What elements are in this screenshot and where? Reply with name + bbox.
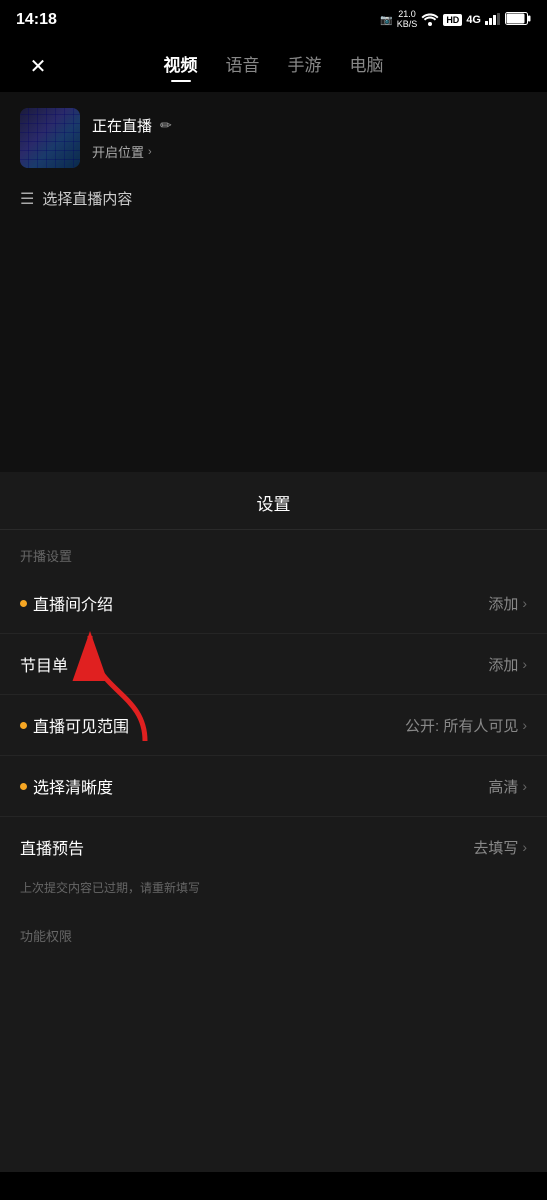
visibility-value: 公开: 所有人可见 xyxy=(405,715,518,736)
settings-panel: 设置 开播设置 直播间介绍 添加 › 节目单 添加 › 直播可见范围 公开: 所… xyxy=(0,472,547,1172)
preview-subtext: 上次提交内容已过期，请重新填写 xyxy=(0,877,547,910)
settings-header: 设置 xyxy=(0,472,547,530)
camera-icon: 📷 xyxy=(380,15,392,26)
top-nav: ✕ 视频 语音 手游 电脑 xyxy=(0,36,547,92)
settings-item-preview-right: 去填写 › xyxy=(473,837,527,858)
tab-pc[interactable]: 电脑 xyxy=(350,51,384,82)
close-button[interactable]: ✕ xyxy=(20,48,56,84)
intro-label: 直播间介绍 xyxy=(33,591,113,615)
preview-chevron: › xyxy=(522,839,527,855)
visibility-label: 直播可见范围 xyxy=(33,713,129,737)
settings-item-visibility-right: 公开: 所有人可见 › xyxy=(405,715,527,736)
settings-item-quality-left: 选择清晰度 xyxy=(20,774,113,798)
close-icon: ✕ xyxy=(30,54,47,79)
settings-item-visibility-left: 直播可见范围 xyxy=(20,713,129,737)
quality-label: 选择清晰度 xyxy=(33,774,113,798)
content-selector[interactable]: ☰ 选择直播内容 xyxy=(0,176,547,221)
tab-voice[interactable]: 语音 xyxy=(226,51,260,82)
wifi-icon xyxy=(421,12,439,29)
dot-indicator-intro xyxy=(20,600,27,607)
live-status-label: 正在直播 xyxy=(92,115,152,136)
intro-action: 添加 xyxy=(488,593,518,614)
status-bar: 14:18 📷 21.0KB/S HD 4G xyxy=(0,0,547,36)
quality-value: 高清 xyxy=(488,776,518,797)
status-icons: 📷 21.0KB/S HD 4G xyxy=(380,10,531,30)
settings-item-intro-right: 添加 › xyxy=(488,593,527,614)
user-row: 正在直播 ✏ 开启位置 › xyxy=(0,92,547,176)
settings-item-intro-left: 直播间介绍 xyxy=(20,591,113,615)
schedule-action: 添加 xyxy=(488,654,518,675)
network-icon: 4G xyxy=(466,14,481,26)
settings-item-intro[interactable]: 直播间介绍 添加 › xyxy=(0,573,547,634)
settings-item-preview[interactable]: 直播预告 去填写 › xyxy=(0,817,547,877)
edit-icon[interactable]: ✏ xyxy=(160,117,172,134)
camera-area: 正在直播 ✏ 开启位置 › ☰ 选择直播内容 xyxy=(0,92,547,472)
section-label-broadcast: 开播设置 xyxy=(0,530,547,573)
tab-video[interactable]: 视频 xyxy=(164,51,198,82)
content-selector-label: 选择直播内容 xyxy=(42,188,132,209)
status-time: 14:18 xyxy=(16,11,57,29)
settings-item-preview-left: 直播预告 xyxy=(20,835,84,859)
location-button[interactable]: 开启位置 › xyxy=(92,142,172,161)
location-arrow-icon: › xyxy=(148,146,152,158)
settings-item-schedule-left: 节目单 xyxy=(20,652,68,676)
avatar xyxy=(20,108,80,168)
quality-chevron: › xyxy=(522,778,527,794)
dot-indicator-visibility xyxy=(20,722,27,729)
section-label-permissions: 功能权限 xyxy=(0,910,547,953)
dot-indicator-quality xyxy=(20,783,27,790)
settings-item-quality[interactable]: 选择清晰度 高清 › xyxy=(0,756,547,817)
signal-icon xyxy=(485,13,501,28)
preview-label: 直播预告 xyxy=(20,835,84,859)
intro-chevron: › xyxy=(522,595,527,611)
tab-game[interactable]: 手游 xyxy=(288,51,322,82)
nav-tabs: 视频 语音 手游 电脑 xyxy=(56,51,491,82)
visibility-chevron: › xyxy=(522,717,527,733)
live-status: 正在直播 ✏ xyxy=(92,115,172,136)
settings-item-schedule[interactable]: 节目单 添加 › xyxy=(0,634,547,695)
battery-icon xyxy=(505,12,531,28)
hd-badge: HD xyxy=(443,14,462,26)
preview-action: 去填写 xyxy=(473,837,518,858)
settings-item-visibility[interactable]: 直播可见范围 公开: 所有人可见 › xyxy=(0,695,547,756)
user-info: 正在直播 ✏ 开启位置 › xyxy=(92,115,172,161)
settings-item-schedule-right: 添加 › xyxy=(488,654,527,675)
schedule-label: 节目单 xyxy=(20,652,68,676)
list-icon: ☰ xyxy=(20,189,34,209)
schedule-chevron: › xyxy=(522,656,527,672)
speed-text: 21.0KB/S xyxy=(397,10,418,30)
location-label: 开启位置 xyxy=(92,142,144,161)
settings-item-quality-right: 高清 › xyxy=(488,776,527,797)
